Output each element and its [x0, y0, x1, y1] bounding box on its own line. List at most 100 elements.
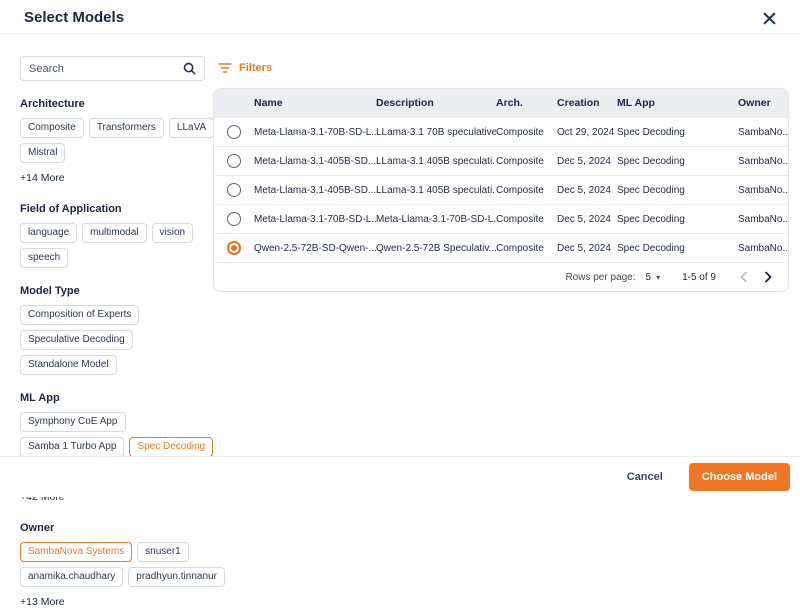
filter-sidebar: Architecture CompositeTransformersLLaVAM…: [20, 56, 206, 610]
section-label: Model Type: [20, 285, 206, 297]
cell-mlapp: Spec Decoding: [617, 214, 738, 225]
filter-chip[interactable]: Symphony CoE App: [20, 412, 126, 432]
cell-name: Meta-Llama-3.1-70B-SD-L...: [254, 214, 376, 225]
row-radio-cell: [214, 212, 254, 226]
column-header-description: Description: [376, 97, 496, 109]
filter-chip[interactable]: Samba 1 Turbo App: [20, 437, 124, 457]
search-icon: [183, 62, 196, 75]
dialog-footer: Cancel Choose Model: [0, 456, 800, 497]
filter-chip[interactable]: LLaVA: [169, 118, 214, 138]
cell-description: LLama-3.1 70B speculative...: [376, 127, 496, 138]
cell-description: Meta-Llama-3.1-70B-SD-L...: [376, 214, 496, 225]
close-icon[interactable]: [760, 9, 778, 27]
row-radio[interactable]: [227, 241, 241, 255]
models-table: Name Description Arch. Creation ML App O…: [213, 88, 789, 292]
rows-per-page-value: 5: [646, 272, 652, 283]
cell-name: Qwen-2.5-72B-SD-Qwen-...: [254, 243, 376, 254]
column-header-name: Name: [254, 97, 376, 109]
cell-creation: Dec 5, 2024: [557, 243, 617, 254]
section-more-link[interactable]: +14 More: [20, 172, 65, 184]
filter-chip[interactable]: Standalone Model: [20, 355, 117, 375]
section-label: ML App: [20, 392, 206, 404]
filter-chip[interactable]: Mistral: [20, 143, 65, 163]
filter-chip[interactable]: Speculative Decoding: [20, 330, 133, 350]
pagination-range: 1-5 of 9: [682, 272, 716, 283]
filter-chip[interactable]: snuser1: [137, 542, 189, 562]
choose-model-button[interactable]: Choose Model: [689, 463, 790, 491]
prev-page-button[interactable]: [732, 265, 756, 289]
filter-chip[interactable]: speech: [20, 248, 68, 268]
cell-mlapp: Spec Decoding: [617, 243, 738, 254]
cell-mlapp: Spec Decoding: [617, 156, 738, 167]
filter-chip[interactable]: pradhyun.tinnanur: [128, 567, 225, 587]
filter-section: Field of Application languagemultimodalv…: [20, 203, 206, 268]
cell-owner: SambaNo...: [738, 156, 788, 167]
cell-description: LLama-3.1 405B speculati...: [376, 156, 496, 167]
table-row[interactable]: Meta-Llama-3.1-405B-SD... LLama-3.1 405B…: [214, 175, 788, 204]
filter-chip[interactable]: multimodal: [82, 223, 146, 243]
column-header-creation: Creation: [557, 97, 617, 109]
table-row[interactable]: Meta-Llama-3.1-405B-SD... LLama-3.1 405B…: [214, 146, 788, 175]
filter-chip[interactable]: vision: [152, 223, 194, 243]
table-row[interactable]: Meta-Llama-3.1-70B-SD-L... LLama-3.1 70B…: [214, 117, 788, 146]
cell-name: Meta-Llama-3.1-70B-SD-L...: [254, 127, 376, 138]
filters-button[interactable]: Filters: [218, 62, 272, 74]
page-title: Select Models: [24, 9, 124, 26]
cell-arch: Composite: [496, 243, 557, 254]
row-radio-cell: [214, 125, 254, 139]
cell-name: Meta-Llama-3.1-405B-SD...: [254, 185, 376, 196]
filter-section: Model Type Composition of Experts Specula…: [20, 285, 206, 375]
cell-name: Meta-Llama-3.1-405B-SD...: [254, 156, 376, 167]
filters-button-label: Filters: [239, 62, 272, 74]
column-header-mlapp: ML App: [617, 97, 738, 109]
filter-chip[interactable]: anamika.chaudhary: [20, 567, 123, 587]
cell-owner: SambaNo...: [738, 127, 788, 138]
cell-description: Qwen-2.5-72B Speculativ...: [376, 243, 496, 254]
cell-mlapp: Spec Decoding: [617, 185, 738, 196]
column-header-owner: Owner: [738, 97, 788, 109]
section-chips: languagemultimodal vision speech: [20, 223, 226, 268]
filter-chip[interactable]: language: [20, 223, 77, 243]
cell-arch: Composite: [496, 156, 557, 167]
cell-creation: Dec 5, 2024: [557, 156, 617, 167]
filter-chip[interactable]: Spec Decoding: [129, 437, 213, 457]
row-radio[interactable]: [227, 125, 241, 139]
filter-chip[interactable]: Transformers: [89, 118, 164, 138]
section-chips: SambaNova Systemssnuser1 anamika.chaudhar…: [20, 542, 226, 587]
cell-mlapp: Spec Decoding: [617, 127, 738, 138]
row-radio-cell: [214, 183, 254, 197]
table-row[interactable]: Qwen-2.5-72B-SD-Qwen-... Qwen-2.5-72B Sp…: [214, 233, 788, 262]
filter-sections: Architecture CompositeTransformersLLaVAM…: [20, 98, 206, 610]
rows-per-page-select[interactable]: 5 ▾: [646, 272, 661, 283]
search-input[interactable]: [29, 63, 183, 75]
table-header-row: Name Description Arch. Creation ML App O…: [214, 89, 788, 117]
cell-arch: Composite: [496, 127, 557, 138]
section-label: Owner: [20, 522, 206, 534]
filter-section: Owner SambaNova Systemssnuser1 anamika.ch…: [20, 522, 206, 610]
row-radio[interactable]: [227, 183, 241, 197]
chevron-left-icon: [740, 271, 748, 283]
section-more-link[interactable]: +13 More: [20, 596, 65, 608]
column-header-arch: Arch.: [496, 97, 557, 109]
cell-arch: Composite: [496, 214, 557, 225]
chevron-right-icon: [764, 271, 772, 283]
row-radio-cell: [214, 241, 254, 255]
cell-description: LLama-3.1 405B speculati...: [376, 185, 496, 196]
section-label: Architecture: [20, 98, 206, 110]
table-row[interactable]: Meta-Llama-3.1-70B-SD-L... Meta-Llama-3.…: [214, 204, 788, 233]
next-page-button[interactable]: [756, 265, 780, 289]
row-radio-cell: [214, 154, 254, 168]
filter-chip[interactable]: SambaNova Systems: [20, 542, 132, 562]
cell-creation: Oct 29, 2024: [557, 127, 617, 138]
filter-chip[interactable]: Composition of Experts: [20, 305, 139, 325]
filter-section: Architecture CompositeTransformersLLaVAM…: [20, 98, 206, 186]
row-radio[interactable]: [227, 154, 241, 168]
dialog-header: Select Models: [0, 0, 800, 34]
cell-arch: Composite: [496, 185, 557, 196]
search-box[interactable]: [20, 56, 205, 81]
select-models-dialog: Select Models Architecture CompositeTran…: [0, 0, 800, 497]
filter-chip[interactable]: Composite: [20, 118, 84, 138]
row-radio[interactable]: [227, 212, 241, 226]
cell-creation: Dec 5, 2024: [557, 185, 617, 196]
cancel-button[interactable]: Cancel: [627, 471, 663, 483]
